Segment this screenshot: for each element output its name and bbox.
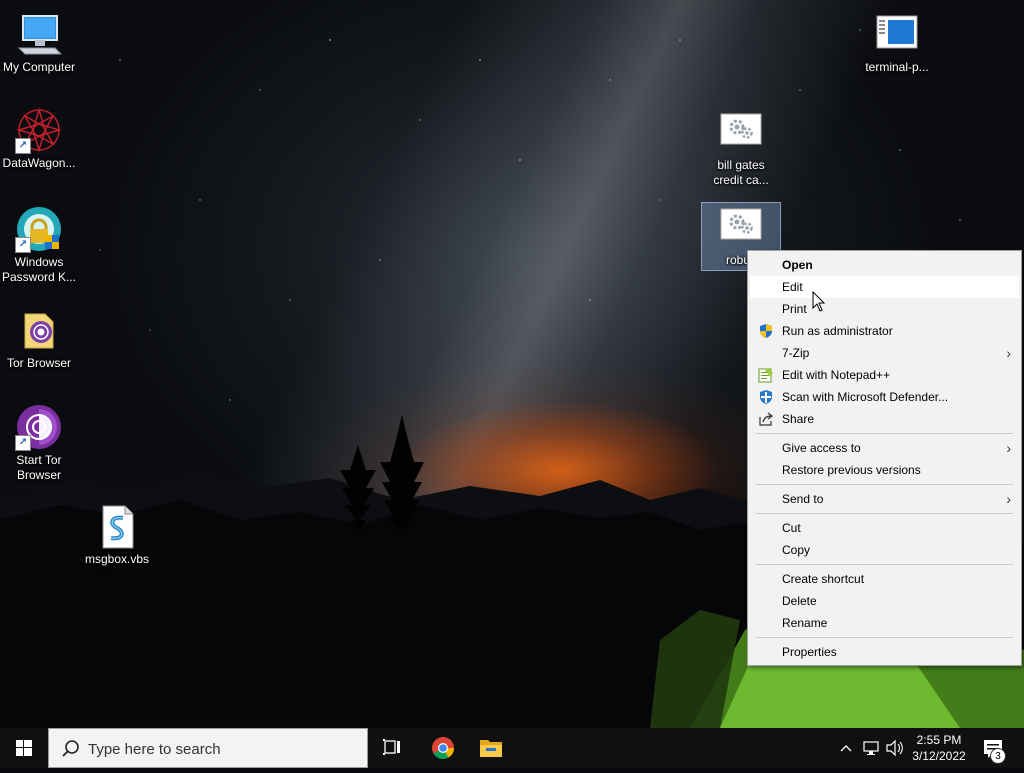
system-file-icon — [717, 108, 765, 156]
password-key-icon: ↗ — [15, 205, 63, 253]
clock-date: 3/12/2022 — [912, 749, 966, 763]
menu-item-label: Edit with Notepad++ — [782, 368, 891, 382]
menu-item-label: Edit — [782, 280, 803, 294]
desktop-icon-label: Windows Password K... — [1, 255, 77, 284]
menu-separator — [756, 513, 1013, 514]
desktop-icon-terminal-p[interactable]: terminal-p... — [858, 10, 936, 75]
uac-shield-icon — [758, 323, 774, 339]
menu-item-label: Share — [782, 412, 815, 426]
desktop-icon-bill-gates-credit-ca[interactable]: bill gates credit ca... — [702, 108, 780, 188]
menu-item-rename[interactable]: Rename — [750, 612, 1019, 634]
taskbar-file-explorer-button[interactable] — [467, 728, 515, 768]
chevron-right-icon: › — [1006, 345, 1011, 361]
defender-shield-icon — [758, 389, 774, 405]
desktop-icon-label: bill gates credit ca... — [713, 158, 769, 187]
menu-item-restore-previous-versions[interactable]: Restore previous versions — [750, 459, 1019, 481]
menu-item-label: Copy — [782, 543, 811, 557]
menu-item-label: Restore previous versions — [782, 463, 921, 477]
shortcut-arrow-icon: ↗ — [15, 237, 31, 253]
menu-separator — [756, 484, 1013, 485]
desktop-icon-label: msgbox.vbs — [84, 552, 150, 566]
task-view-icon — [383, 739, 400, 755]
search-icon — [62, 740, 79, 757]
menu-separator — [756, 564, 1013, 565]
menu-item-edit-with-notepadpp[interactable]: Edit with Notepad++ — [750, 364, 1019, 386]
menu-item-label: Delete — [782, 594, 817, 608]
desktop-icon-label: Tor Browser — [6, 356, 71, 370]
menu-item-create-shortcut[interactable]: Create shortcut — [750, 568, 1019, 590]
show-hidden-icons-icon[interactable] — [838, 728, 854, 768]
vbs-script-icon — [93, 502, 141, 550]
computer-icon — [15, 10, 63, 58]
desktop-icon-tor-browser[interactable]: Tor Browser — [0, 306, 78, 371]
shortcut-arrow-icon: ↗ — [15, 435, 31, 451]
menu-item-print[interactable]: Print — [750, 298, 1019, 320]
menu-item-open[interactable]: Open — [750, 254, 1019, 276]
chrome-icon — [432, 737, 454, 759]
notification-count-badge: 3 — [990, 748, 1006, 764]
menu-item-properties[interactable]: Properties — [750, 641, 1019, 663]
desktop-icon-label: My Computer — [2, 60, 76, 74]
menu-item-label: 7-Zip — [782, 346, 810, 360]
start-button[interactable] — [0, 728, 48, 768]
menu-item-run-as-administrator[interactable]: Run as administrator — [750, 320, 1019, 342]
tor-onion-icon: ↗ — [15, 403, 63, 451]
menu-item-label: Run as administrator — [782, 324, 893, 338]
file-explorer-icon — [480, 740, 502, 757]
desktop-icon-label: Start Tor Browser — [16, 453, 62, 482]
taskbar: Type here to search 2:55 PM 3/12/2022 3 — [0, 728, 1024, 768]
menu-separator — [756, 433, 1013, 434]
desktop-icon-label: terminal-p... — [865, 60, 929, 74]
terminal-window-icon — [873, 10, 921, 58]
tor-folder-icon — [15, 306, 63, 354]
menu-item-label: Give access to — [782, 441, 861, 455]
menu-item-cut[interactable]: Cut — [750, 517, 1019, 539]
menu-item-delete[interactable]: Delete — [750, 590, 1019, 612]
desktop-icon-start-tor-browser[interactable]: ↗ Start Tor Browser — [0, 403, 78, 483]
notepadpp-icon — [758, 367, 774, 383]
menu-item-label: Open — [782, 258, 813, 272]
chevron-right-icon: › — [1006, 440, 1011, 456]
desktop-icon-label: DataWagon... — [2, 156, 76, 170]
menu-item-label: Print — [782, 302, 807, 316]
taskbar-search-box[interactable]: Type here to search — [48, 728, 368, 768]
desktop-icon-windows-password-k[interactable]: ↗ Windows Password K... — [0, 205, 78, 285]
menu-item-scan-with-defender[interactable]: Scan with Microsoft Defender... — [750, 386, 1019, 408]
menu-item-label: Properties — [782, 645, 837, 659]
menu-item-edit[interactable]: Edit — [750, 276, 1019, 298]
datawagon-icon: ↗ — [15, 106, 63, 154]
taskbar-chrome-button[interactable] — [419, 728, 467, 768]
menu-item-give-access-to[interactable]: Give access to › — [750, 437, 1019, 459]
menu-item-label: Rename — [782, 616, 828, 630]
search-placeholder: Type here to search — [88, 741, 221, 758]
menu-separator — [756, 637, 1013, 638]
menu-item-label: Scan with Microsoft Defender... — [782, 390, 949, 404]
desktop-icon-datawagon[interactable]: ↗ DataWagon... — [0, 106, 78, 171]
network-icon[interactable] — [862, 728, 882, 768]
taskbar-clock[interactable]: 2:55 PM 3/12/2022 — [900, 732, 978, 764]
menu-item-label: Send to — [782, 492, 824, 506]
clock-time: 2:55 PM — [916, 733, 962, 747]
share-icon — [758, 411, 774, 427]
windows-logo-icon — [16, 740, 32, 756]
menu-item-share[interactable]: Share — [750, 408, 1019, 430]
menu-item-label: Cut — [782, 521, 801, 535]
shortcut-arrow-icon: ↗ — [15, 138, 31, 154]
file-context-menu: Open Edit Print Run as administrator 7-Z… — [747, 250, 1022, 666]
chevron-right-icon: › — [1006, 491, 1011, 507]
task-view-button[interactable] — [368, 728, 416, 768]
system-file-icon — [717, 203, 765, 251]
desktop-icon-my-computer[interactable]: My Computer — [0, 10, 78, 75]
menu-item-7zip[interactable]: 7-Zip › — [750, 342, 1019, 364]
menu-item-label: Create shortcut — [782, 572, 865, 586]
menu-item-copy[interactable]: Copy — [750, 539, 1019, 561]
desktop-icon-msgbox-vbs[interactable]: msgbox.vbs — [78, 502, 156, 567]
mouse-cursor-icon — [812, 291, 826, 312]
menu-item-send-to[interactable]: Send to › — [750, 488, 1019, 510]
